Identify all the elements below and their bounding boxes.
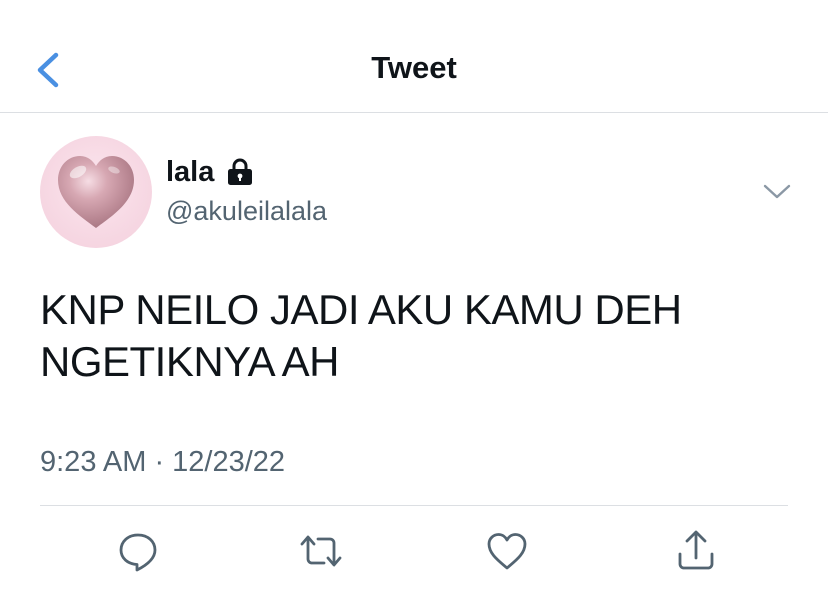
author-name-row: lala (166, 154, 254, 190)
share-button[interactable] (671, 528, 721, 574)
divider (40, 505, 788, 506)
tweet-text: KNP NEILO JADI AKU KAMU DEH NGETIKNYA AH (40, 284, 800, 388)
reply-button[interactable] (113, 528, 163, 574)
top-bar: Tweet (0, 0, 828, 113)
page-title: Tweet (371, 50, 457, 85)
heart-icon (487, 533, 527, 570)
user-handle[interactable]: @akuleilalala (166, 196, 327, 227)
tweet-menu-button[interactable] (760, 176, 794, 206)
reply-icon (119, 533, 157, 572)
action-bar (0, 528, 828, 578)
tweet-text-line: KNP NEILO JADI AKU KAMU DEH (40, 286, 682, 333)
tweet-timestamp: 9:23 AM · 12/23/22 (40, 446, 286, 478)
chevron-down-icon (763, 184, 791, 199)
tweet-text-line: NGETIKNYA AH (40, 338, 339, 385)
like-button[interactable] (482, 528, 532, 574)
heart-image (58, 156, 134, 228)
display-name[interactable]: lala (166, 156, 214, 189)
retweet-icon (300, 535, 342, 567)
share-icon (678, 530, 714, 570)
retweet-button[interactable] (296, 528, 346, 574)
avatar[interactable] (40, 136, 152, 248)
lock-icon (228, 158, 253, 185)
